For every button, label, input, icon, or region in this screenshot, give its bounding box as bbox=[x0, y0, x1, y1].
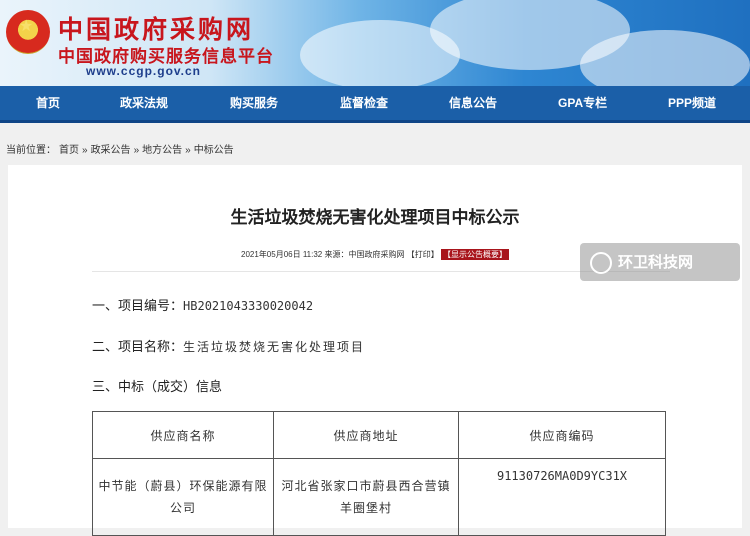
breadcrumb-home[interactable]: 首页 bbox=[59, 145, 79, 156]
national-emblem-icon: ★ bbox=[6, 10, 50, 54]
source-name: 中国政府采购网 bbox=[348, 250, 405, 259]
project-number-label: 一、项目编号： bbox=[92, 299, 184, 314]
watermark: 环卫科技网 bbox=[580, 243, 740, 281]
breadcrumb-separator: » bbox=[82, 145, 88, 156]
table-header-row: 供应商名称 供应商地址 供应商编码 bbox=[92, 411, 666, 459]
nav-supervision[interactable]: 监督检查 bbox=[340, 86, 388, 120]
main-nav: 首页 政采法规 购买服务 监督检查 信息公告 GPA专栏 PPP频道 bbox=[0, 86, 750, 123]
source-label: 来源： bbox=[324, 250, 349, 259]
column-header: 供应商地址 bbox=[273, 411, 459, 459]
nav-announcements[interactable]: 信息公告 bbox=[449, 86, 497, 120]
site-url[interactable]: www.ccgp.gov.cn bbox=[86, 64, 201, 78]
breadcrumb-local[interactable]: 地方公告 bbox=[142, 145, 182, 156]
project-number-value: HB2021043330020042 bbox=[183, 299, 314, 313]
breadcrumb-separator: » bbox=[185, 145, 191, 156]
show-summary-button[interactable]: 【显示公告概要】 bbox=[440, 249, 509, 260]
project-name-label: 二、项目名称： bbox=[92, 340, 184, 355]
breadcrumb-separator: » bbox=[133, 145, 140, 156]
project-number: 一、项目编号：HB2021043330020042 bbox=[92, 295, 313, 314]
breadcrumb-award[interactable]: 中标公告 bbox=[194, 145, 234, 156]
supplier-code: 91130726MA0D9YC31X bbox=[458, 458, 666, 536]
page-title: 生活垃圾焚烧无害化处理项目中标公示 bbox=[230, 208, 520, 228]
print-link[interactable]: 【打印】 bbox=[407, 250, 439, 259]
nav-gpa[interactable]: GPA专栏 bbox=[558, 86, 607, 120]
column-header: 供应商名称 bbox=[92, 411, 274, 459]
site-name[interactable]: 中国政府采购网 bbox=[58, 10, 254, 46]
watermark-logo-icon bbox=[590, 252, 612, 274]
nav-home[interactable]: 首页 bbox=[36, 86, 60, 120]
table-row: 中节能（蔚县）环保能源有限公司 河北省张家口市蔚县西合营镇羊圈堡村 911307… bbox=[92, 458, 666, 536]
award-table: 供应商名称 供应商地址 供应商编码 中节能（蔚县）环保能源有限公司 河北省张家口… bbox=[92, 411, 666, 536]
award-info-heading: 三、中标（成交）信息 bbox=[92, 380, 223, 395]
nav-regulations[interactable]: 政采法规 bbox=[120, 86, 168, 120]
project-name: 二、项目名称：生活垃圾焚烧无害化处理项目 bbox=[92, 336, 365, 355]
site-banner: ★ 中国政府采购网 中国政府购买服务信息平台 www.ccgp.gov.cn bbox=[0, 0, 750, 86]
breadcrumb-prefix: 当前位置： bbox=[6, 145, 56, 156]
column-header: 供应商编码 bbox=[458, 411, 666, 459]
publish-date: 2021年05月06日 11:32 bbox=[241, 250, 323, 259]
breadcrumb: 当前位置： 首页» 政采公告» 地方公告» 中标公告 bbox=[6, 141, 237, 156]
breadcrumb-procurement[interactable]: 政采公告 bbox=[91, 145, 131, 156]
nav-purchase-services[interactable]: 购买服务 bbox=[230, 86, 278, 120]
nav-ppp[interactable]: PPP频道 bbox=[668, 86, 716, 120]
article-panel: 生活垃圾焚烧无害化处理项目中标公示 2021年05月06日 11:32 来源：中… bbox=[8, 165, 742, 536]
project-name-value: 生活垃圾焚烧无害化处理项目 bbox=[183, 340, 366, 354]
supplier-name: 中节能（蔚县）环保能源有限公司 bbox=[92, 458, 274, 536]
watermark-text: 环卫科技网 bbox=[618, 253, 694, 271]
supplier-address: 河北省张家口市蔚县西合营镇羊圈堡村 bbox=[273, 458, 459, 536]
